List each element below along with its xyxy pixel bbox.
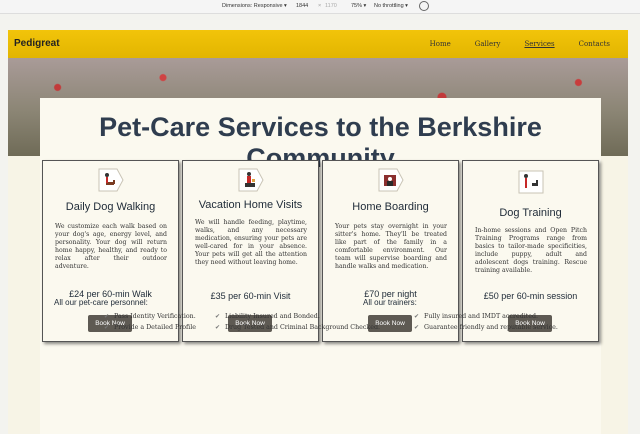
list-item-text: Fully insured and IMDT accredited. (424, 313, 539, 320)
personnel-list-2: ✔ Liability Insured and Bonded. ✔ Drug Tes… (215, 311, 380, 333)
height-input[interactable]: 1170 (325, 3, 337, 9)
check-icon: ✔ (104, 324, 110, 331)
list-item-text: Guarantee friendly and reputable service… (424, 324, 558, 331)
throttling-dropdown[interactable]: No throttling ▾ (374, 3, 408, 9)
services-section: Pet-Care Services to the Berkshire Commu… (40, 98, 601, 434)
times-label: × (318, 3, 322, 9)
brand-logo[interactable]: Pedigreat (14, 38, 60, 49)
check-icon: ✔ (414, 324, 420, 331)
list-item-text: Drug Tested and Criminal Background Chec… (225, 324, 380, 331)
check-icon: ✔ (215, 313, 221, 320)
list-item-text: Pass Identity Verification. (114, 313, 196, 320)
card-title: Daily Dog Walking (65, 201, 156, 213)
devtools-toolbar: Dimensions: Responsive ▾ 1844 × 1170 75%… (0, 0, 640, 14)
trainers-heading: All our trainers: (363, 298, 417, 307)
card-title: Vacation Home Visits (198, 199, 303, 211)
home-visit-icon (238, 168, 264, 192)
rotate-icon[interactable] (419, 1, 429, 11)
nav-home[interactable]: Home (418, 30, 463, 58)
nav-contacts[interactable]: Contacts (567, 30, 622, 58)
width-input[interactable]: 1844 (296, 3, 308, 9)
list-item: ✔ Pass Identity Verification. (104, 311, 196, 322)
personnel-section: All our pet-care personnel: (54, 298, 374, 307)
nav-links: Home Gallery Services Contacts (418, 30, 622, 58)
nav-services[interactable]: Services (512, 30, 566, 58)
card-description: In-home sessions and Open Pitch Training… (475, 227, 587, 274)
trainers-section: All our trainers: (363, 298, 563, 307)
home-boarding-icon (378, 168, 404, 192)
page-viewport: Pedigreat Home Gallery Services Contacts… (8, 30, 628, 434)
card-description: We will handle feeding, playtime, walks,… (195, 219, 307, 266)
personnel-heading: All our pet-care personnel: (54, 298, 148, 307)
list-item: ✔ Guarantee friendly and reputable servic… (414, 322, 558, 333)
list-item-text: Liability Insured and Bonded. (225, 313, 320, 320)
list-item-text: Provide a Detailed Profile (114, 324, 196, 331)
list-item: ✔ Drug Tested and Criminal Background Che… (215, 322, 380, 333)
check-icon: ✔ (104, 313, 110, 320)
trainers-list: ✔ Fully insured and IMDT accredited. ✔ Gua… (414, 311, 558, 333)
check-icon: ✔ (414, 313, 420, 320)
dimensions-dropdown[interactable]: Dimensions: Responsive ▾ (222, 3, 287, 9)
list-item: ✔ Provide a Detailed Profile (104, 322, 196, 333)
personnel-list-1: ✔ Pass Identity Verification. ✔ Provide a … (104, 311, 196, 333)
zoom-dropdown[interactable]: 75% ▾ (351, 3, 366, 9)
list-item: ✔ Liability Insured and Bonded. (215, 311, 380, 322)
navbar: Pedigreat Home Gallery Services Contacts (8, 30, 628, 58)
check-icon: ✔ (215, 324, 221, 331)
card-title: Dog Training (499, 207, 562, 219)
card-description: Your pets stay overnight in your sitter'… (335, 223, 447, 270)
dog-walking-icon (98, 168, 124, 192)
list-item: ✔ Fully insured and IMDT accredited. (414, 311, 558, 322)
card-description: We customize each walk based on your dog… (55, 223, 167, 270)
dog-training-icon (518, 170, 544, 194)
card-title: Home Boarding (352, 201, 429, 213)
nav-gallery[interactable]: Gallery (463, 30, 513, 58)
